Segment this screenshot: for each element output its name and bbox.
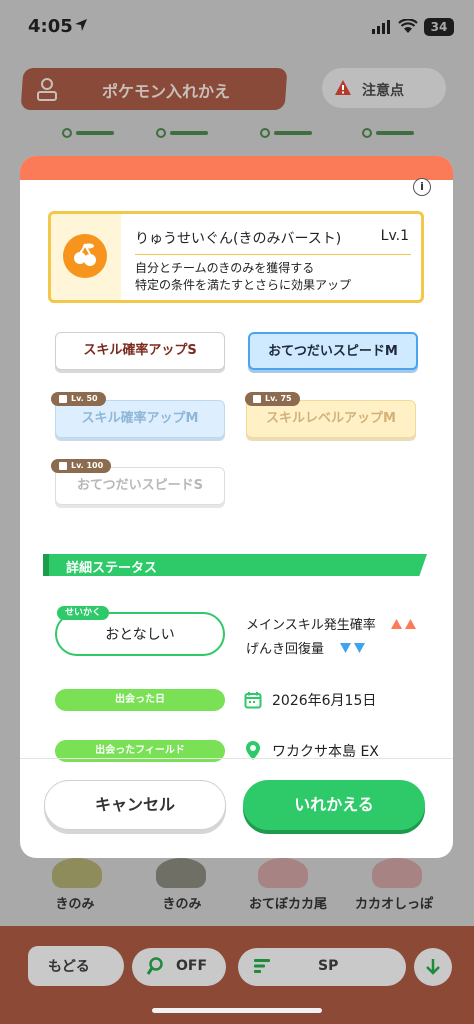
pokemon-label: カカオしっぽ (354, 897, 433, 912)
arrow-down-icon (426, 959, 440, 975)
cellular-signal-icon (372, 20, 390, 34)
lock-icon (253, 395, 261, 403)
level-lock-text: Lv. 50 (71, 394, 98, 403)
pokemon-sprite[interactable] (156, 858, 206, 888)
met-date-value: 2026年6月15日 (272, 693, 377, 709)
nature-tag: せいかく (57, 606, 110, 620)
status-bar: 4:05 34 (0, 0, 474, 56)
stat-up-label: メインスキル発生確率 (246, 618, 376, 633)
level-lock-text: Lv. 100 (71, 461, 104, 470)
sort-label: SP (318, 958, 339, 974)
lock-icon (59, 395, 67, 403)
footer-divider (20, 758, 453, 759)
modal-body: りゅうせいぐん(きのみバースト) Lv.1 自分とチームのきのみを獲得する 特定… (20, 178, 453, 762)
status-time: 4:05 (28, 16, 73, 37)
filter-toggle-label: OFF (176, 958, 208, 974)
pokemon-sprite[interactable] (372, 858, 422, 888)
skill-name: りゅうせいぐん(きのみバースト) (135, 231, 342, 247)
confirm-swap-button[interactable]: いれかえる (243, 780, 425, 830)
met-date-label: 出会った日 (55, 689, 225, 711)
level-lock-badge: Lv. 75 (245, 392, 300, 406)
stat-up-arrows-icon (391, 619, 416, 629)
swap-title: ポケモン入れかえ (102, 82, 231, 101)
skill-level: Lv.1 (380, 228, 409, 244)
skill-description-line: 特定の条件を満たすとさらに効果アップ (135, 278, 352, 292)
back-button-label: もどる (48, 959, 90, 975)
sub-skill-button[interactable]: おてつだいスピードM (248, 332, 418, 370)
skill-description-line: 自分とチームのきのみを獲得する (135, 261, 315, 275)
level-lock-text: Lv. 75 (265, 394, 292, 403)
wifi-icon (398, 19, 418, 33)
pokemon-label: おてぼカカ尾 (248, 897, 327, 912)
warning-icon (335, 80, 351, 95)
nature-value: おとなしい (105, 627, 175, 643)
main-skill-card: りゅうせいぐん(きのみバースト) Lv.1 自分とチームのきのみを獲得する 特定… (48, 211, 424, 303)
search-icon (146, 957, 163, 975)
person-swap-icon (37, 78, 57, 101)
lock-icon (59, 462, 67, 470)
stat-down-label: げんき回復量 (246, 642, 325, 657)
modal-header-band (20, 156, 453, 180)
swap-modal: りゅうせいぐん(きのみバースト) Lv.1 自分とチームのきのみを獲得する 特定… (20, 156, 453, 858)
pokemon-label: きのみ (162, 897, 202, 912)
skill-divider (135, 254, 411, 255)
pokemon-sprite[interactable] (258, 858, 308, 888)
sub-skill-button[interactable]: スキル確率アップS (55, 332, 225, 370)
sort-icon (254, 959, 270, 973)
pokemon-label: きのみ (55, 897, 95, 912)
location-arrow-icon (75, 19, 87, 31)
detail-status-title: 詳細ステータス (66, 561, 158, 576)
detail-status-accent (43, 554, 49, 576)
notice-label: 注意点 (362, 83, 404, 99)
level-lock-badge: Lv. 100 (51, 459, 112, 473)
berry-icon (63, 234, 107, 278)
cancel-button[interactable]: キャンセル (44, 780, 226, 830)
skill-description: 自分とチームのきのみを獲得する 特定の条件を満たすとさらに効果アップ (135, 260, 351, 294)
skill-icon-panel (51, 214, 121, 300)
pokemon-sprite[interactable] (52, 858, 102, 888)
battery-icon: 34 (424, 18, 454, 36)
stat-down-arrows-icon (340, 643, 365, 653)
calendar-icon (244, 692, 262, 709)
home-indicator (152, 1008, 322, 1013)
info-icon[interactable]: i (413, 178, 431, 196)
level-lock-badge: Lv. 50 (51, 392, 106, 406)
